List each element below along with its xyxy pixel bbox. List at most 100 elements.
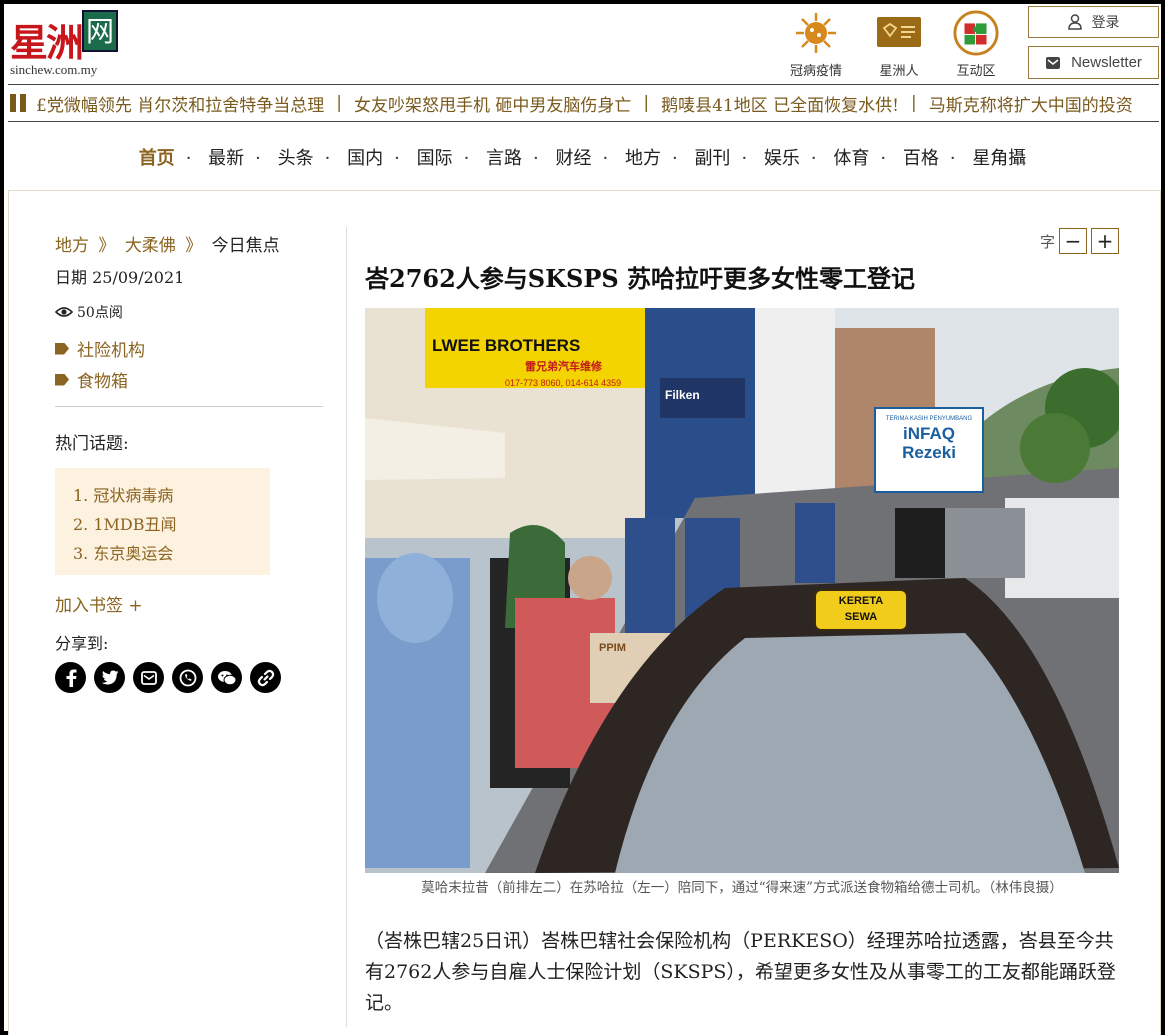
login-button[interactable]: 登录 [1028, 6, 1159, 38]
card-icon [876, 10, 922, 56]
taxi-sign-line1: KERETA [838, 595, 884, 607]
header-link-member[interactable]: 星洲人 [867, 10, 931, 79]
header-link-covid-label: 冠病疫情 [789, 64, 842, 79]
article-body: （峇株巴辖25日讯）峇株巴辖社会保险机构（PERKESO）经理苏哈拉透露，峇县至… [365, 930, 1116, 1014]
ticker-separator: | [910, 93, 917, 113]
shop-filken: Filken [665, 388, 700, 402]
nav-item-photo[interactable]: 星角攝 [972, 144, 1026, 170]
share-icons [55, 662, 325, 693]
tag-item[interactable]: 食物箱 [55, 367, 325, 392]
article-date: 日期 25/09/2021 [55, 268, 185, 287]
article-photo: LWEE BROTHERS 雷兄弟汽车维修 017-773 8060, 014-… [365, 308, 1119, 873]
tag-label: 社险机构 [77, 341, 145, 361]
font-increase-button[interactable]: + [1091, 228, 1119, 254]
hot-topic-item[interactable]: 2. 1MDB丑闻 [73, 511, 270, 535]
hot-topic-item[interactable]: 1. 冠状病毒病 [73, 482, 270, 506]
content-area: 地方 》 大柔佛 》 今日焦点 日期 25/09/2021 50点阅 社险机构 … [8, 190, 1161, 1035]
tag-icon [55, 373, 69, 386]
nav-item-opinion[interactable]: 言路 [486, 144, 522, 170]
column-divider [346, 227, 347, 1027]
ticker-item[interactable]: 鹅唛县41地区 已全面恢复水供! [661, 91, 899, 116]
ticker-item[interactable]: 马斯克称将扩大中国的投资 [929, 91, 1133, 116]
font-size-label: 字 [1039, 232, 1055, 251]
header-link-member-label: 星洲人 [879, 64, 919, 79]
newsletter-label: Newsletter [1071, 54, 1142, 71]
whatsapp-icon[interactable] [172, 662, 203, 693]
ticker-separator: | [336, 93, 342, 113]
hot-topic-item[interactable]: 3. 东京奥运会 [73, 540, 270, 564]
taxi-sign: KERETA SEWA [815, 593, 907, 625]
box-label: PPIM [599, 642, 626, 654]
nav-item-home[interactable]: 首页 [139, 144, 175, 170]
breadcrumb-item[interactable]: 今日焦点 [212, 236, 280, 256]
virus-icon [793, 10, 839, 56]
article-sidebar: 地方 》 大柔佛 》 今日焦点 日期 25/09/2021 50点阅 社险机构 … [55, 231, 325, 693]
nav-item-supplement[interactable]: 副刊 [694, 144, 730, 170]
tag-list: 社险机构 食物箱 [55, 336, 325, 392]
pause-icon[interactable] [10, 94, 28, 112]
article-headline: 峇2762人参与SKSPS 苏哈拉吁更多女性零工登记 [365, 264, 916, 293]
news-ticker: £党微幅领先 肖尔茨和拉舍特争当总理 | 女友吵架怒甩手机 砸中男友脑伤身亡 |… [8, 84, 1159, 122]
nav-item-headline[interactable]: 头条 [278, 144, 314, 170]
shop-sign-text: LWEE BROTHERS [432, 336, 581, 355]
tag-icon [55, 342, 69, 355]
nav-item-international[interactable]: 国际 [417, 144, 453, 170]
link-icon[interactable] [250, 662, 281, 693]
logo-english: sinchew.com.my [10, 62, 98, 77]
twitter-icon[interactable] [94, 662, 125, 693]
shop-phone: 017-773 8060, 014-614 4359 [505, 378, 622, 388]
share-label: 分享到: [55, 634, 109, 653]
wechat-icon[interactable] [211, 662, 242, 693]
ticker-item[interactable]: 女友吵架怒甩手机 砸中男友脑伤身亡 [354, 91, 631, 116]
divider [55, 406, 323, 407]
breadcrumb-item[interactable]: 大柔佛 [125, 236, 176, 256]
user-icon [1067, 14, 1082, 30]
eye-icon [55, 307, 73, 317]
hot-topics-title: 热门话题: [55, 434, 129, 454]
logo-box: 网 [82, 10, 118, 52]
view-count: 50点阅 [55, 302, 325, 322]
breadcrumb: 地方 》 大柔佛 》 今日焦点 [55, 231, 325, 256]
newsletter-button[interactable]: Newsletter [1028, 46, 1159, 79]
hot-topics-box: 1. 冠状病毒病 2. 1MDB丑闻 3. 东京奥运会 [55, 468, 270, 575]
placard-top: TERIMA KASIH PENYUMBANG [885, 416, 973, 422]
breadcrumb-separator: 》 [185, 236, 203, 256]
bookmark-link[interactable]: 加入书签 + [55, 591, 325, 616]
header-link-interactive-label: 互动区 [956, 64, 996, 79]
nav-item-baige[interactable]: 百格 [903, 144, 939, 170]
ticker-separator: | [643, 93, 650, 113]
nav-item-entertainment[interactable]: 娱乐 [764, 144, 800, 170]
breadcrumb-separator: 》 [98, 236, 116, 256]
header-link-interactive[interactable]: 互动区 [944, 10, 1008, 79]
article-main: 字 − + 峇2762人参与SKSPS 苏哈拉吁更多女性零工登记 LWEE BR… [365, 228, 1119, 1019]
font-size-control: 字 − + [1040, 228, 1119, 254]
taxi-sign-line2: SEWA [844, 611, 878, 623]
tag-label: 食物箱 [77, 372, 128, 392]
placard-line2: Rezeki [902, 443, 956, 462]
header-link-covid[interactable]: 冠病疫情 [784, 10, 848, 79]
main-nav: 首页 · 最新 · 头条 · 国内 · 国际 · 言路 · 财经 · 地方 · 副刊 · 娱乐 · … [4, 144, 1161, 170]
puzzle-icon [953, 10, 999, 56]
facebook-icon[interactable] [55, 662, 86, 693]
email-icon[interactable] [133, 662, 164, 693]
site-header: 星洲 网 sinchew.com.my 冠病疫情 星洲人 互动区 登录 News… [4, 4, 1161, 88]
photo-scene [365, 308, 1119, 873]
nav-item-latest[interactable]: 最新 [208, 144, 244, 170]
logo-chinese: 星洲 [10, 20, 84, 65]
view-count-label: 50点阅 [77, 305, 123, 321]
mail-icon [1046, 56, 1061, 69]
nav-item-sports[interactable]: 体育 [833, 144, 869, 170]
login-label: 登录 [1091, 14, 1120, 30]
shop-sign-cn: 雷兄弟汽车维修 [525, 360, 602, 373]
nav-item-local[interactable]: 地方 [625, 144, 661, 170]
breadcrumb-item[interactable]: 地方 [55, 236, 89, 256]
tag-item[interactable]: 社险机构 [55, 336, 325, 361]
logo-box-char: 网 [85, 15, 114, 48]
nav-item-finance[interactable]: 财经 [556, 144, 592, 170]
site-logo[interactable]: 星洲 网 sinchew.com.my [10, 10, 130, 80]
photo-caption: 莫哈末拉昔（前排左二）在苏哈拉（左一）陪同下，通过“得来速”方式派送食物箱给德士… [421, 880, 1063, 896]
font-decrease-button[interactable]: − [1059, 228, 1087, 254]
nav-item-domestic[interactable]: 国内 [347, 144, 383, 170]
ticker-item[interactable]: £党微幅领先 肖尔茨和拉舍特争当总理 [36, 91, 324, 116]
placard-line1: iNFAQ [903, 424, 955, 443]
